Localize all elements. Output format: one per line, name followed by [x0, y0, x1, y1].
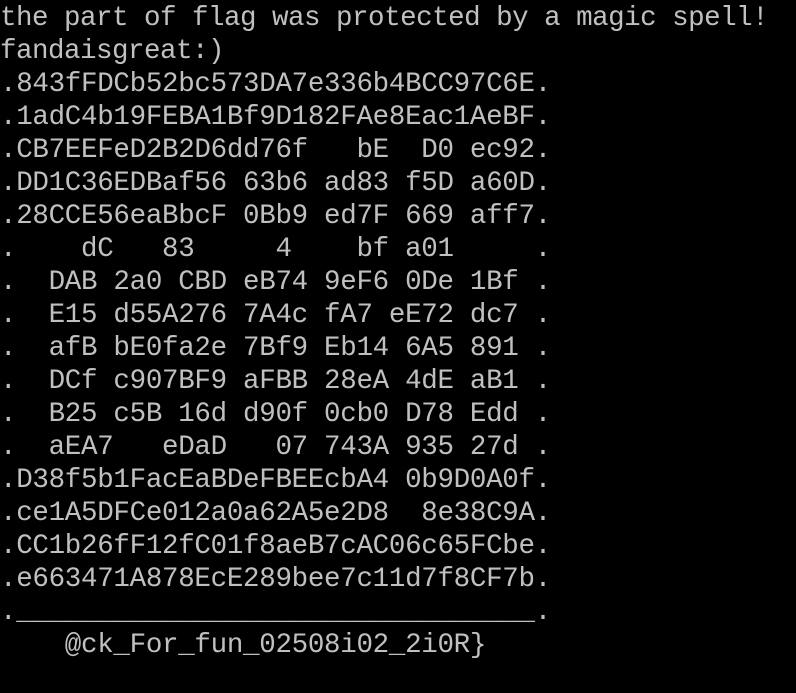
hex-art-line: . aEA7 eDaD 07 743A 935 27d .	[0, 432, 551, 463]
hex-art-line: . dC 83 4 bf a01 .	[0, 234, 551, 265]
hex-art-line: . E15 d55A276 7A4c fA7 eE72 dc7 .	[0, 300, 551, 331]
hex-art-line: . afB bE0fa2e 7Bf9 Eb14 6A5 891 .	[0, 333, 551, 364]
hex-art-line: .e663471A878EcE289bee7c11d7f8CF7b.	[0, 564, 551, 595]
hex-art-line: .CB7EEFeD2B2D6dd76f bE D0 ec92.	[0, 135, 551, 166]
hex-art-line: . DAB 2a0 CBD eB74 9eF6 0De 1Bf .	[0, 267, 551, 298]
message-line: the part of flag was protected by a magi…	[0, 3, 769, 34]
terminal-output: the part of flag was protected by a magi…	[0, 2, 769, 662]
hex-art-line: .________________________________.	[0, 597, 551, 628]
hex-art-line: .CC1b26fF12fC01f8aeB7cAC06c65FCbe.	[0, 531, 551, 562]
hex-art-line: .28CCE56eaBbcF 0Bb9 ed7F 669 aff7.	[0, 201, 551, 232]
hex-art-line: .ce1A5DFCe012a0a62A5e2D8 8e38C9A.	[0, 498, 551, 529]
terminal-window[interactable]: the part of flag was protected by a magi…	[0, 0, 796, 693]
hex-art-line: .DD1C36EDBaf56 63b6 ad83 f5D a60D.	[0, 168, 551, 199]
hex-art-line: .843fFDCb52bc573DA7e336b4BCC97C6E.	[0, 69, 551, 100]
hex-art-line: . B25 c5B 16d d90f 0cb0 D78 Edd .	[0, 399, 551, 430]
hex-art-line: . DCf c907BF9 aFBB 28eA 4dE aB1 .	[0, 366, 551, 397]
flag-fragment-line: @ck_For_fun_02508i02_2i0R}	[0, 630, 487, 661]
message-line: fandaisgreat:)	[0, 36, 225, 67]
hex-art-line: .D38f5b1FacEaBDeFBEEcbA4 0b9D0A0f.	[0, 465, 551, 496]
hex-art-line: .1adC4b19FEBA1Bf9D182FAe8Eac1AeBF.	[0, 102, 551, 133]
